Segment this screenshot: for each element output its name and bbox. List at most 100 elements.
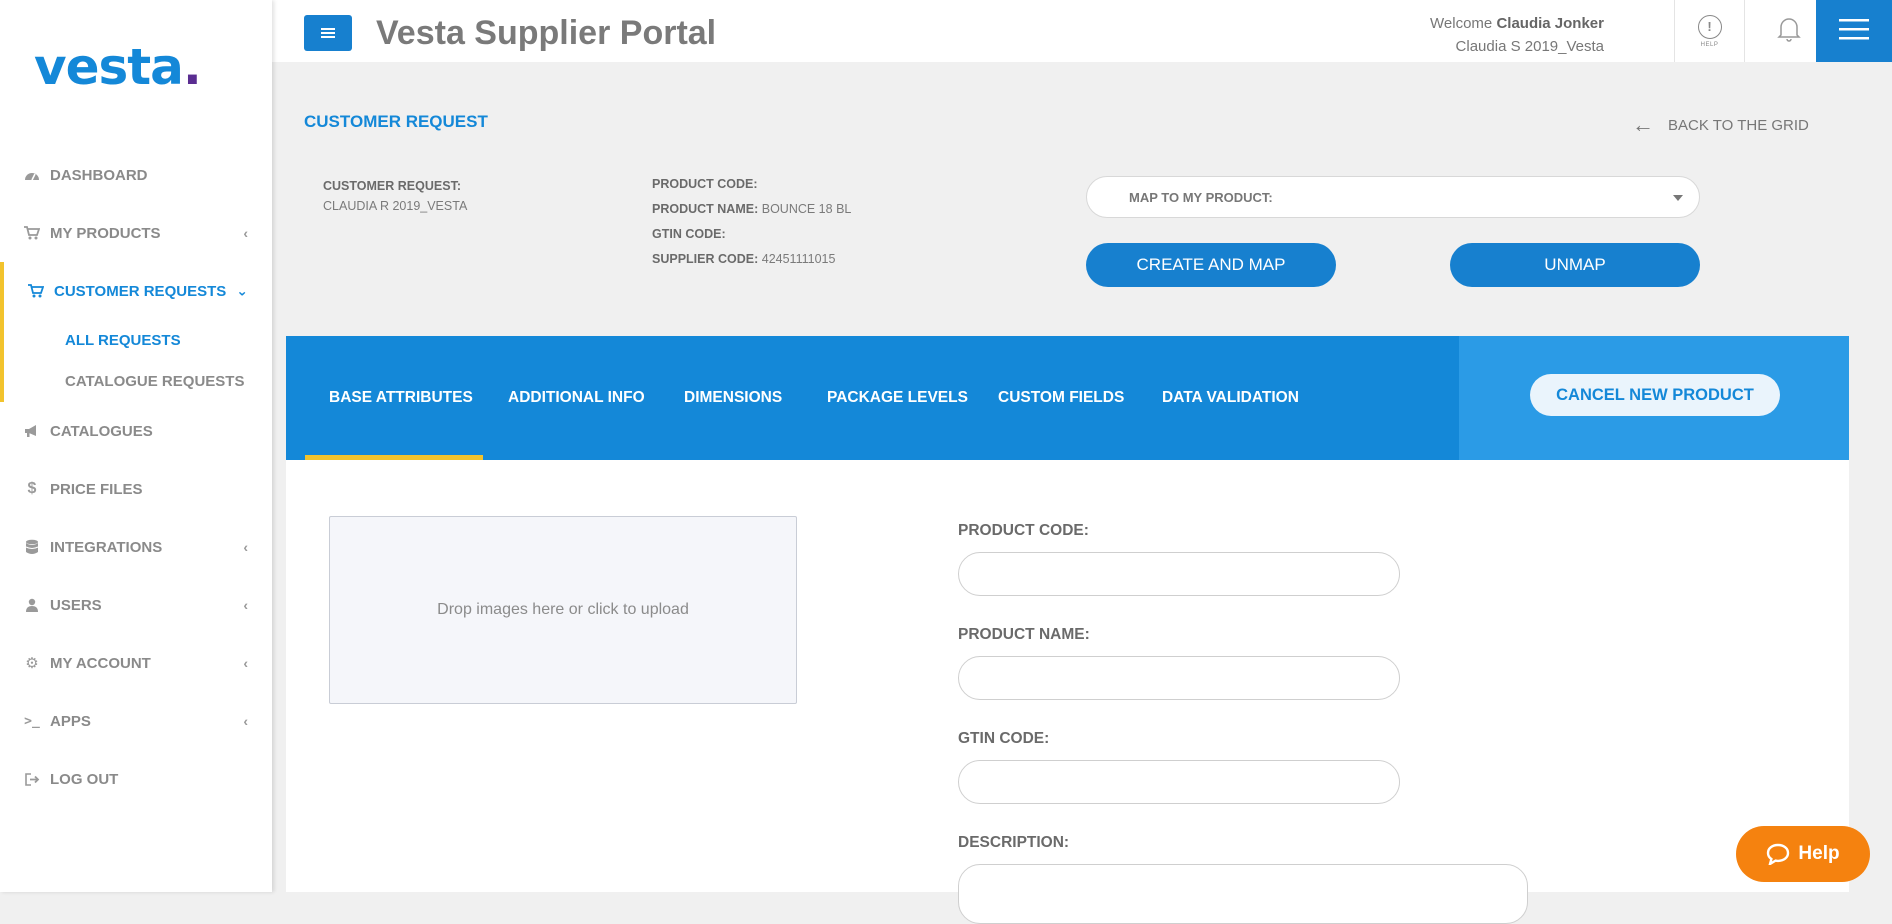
back-label: BACK TO THE GRID bbox=[1668, 116, 1809, 134]
sidebar-item-customer-requests[interactable]: CUSTOMER REQUESTS ⌄ bbox=[4, 262, 272, 320]
sidebar-item-label: INTEGRATIONS bbox=[50, 538, 163, 556]
product-code-input[interactable] bbox=[958, 552, 1400, 596]
gtin-input[interactable] bbox=[958, 760, 1400, 804]
help-label: HELP bbox=[1700, 41, 1719, 48]
product-name-value: BOUNCE 18 BL bbox=[761, 202, 852, 216]
tab-dimensions[interactable]: DIMENSIONS bbox=[684, 336, 782, 460]
cancel-new-product-button[interactable]: CANCEL NEW PRODUCT bbox=[1530, 374, 1780, 416]
sidebar-item-apps[interactable]: >_ APPS ‹ bbox=[0, 692, 272, 750]
user-welcome: Welcome Claudia Jonker Claudia S 2019_Ve… bbox=[1430, 12, 1604, 58]
logout-icon bbox=[22, 772, 42, 786]
tab-base-attributes[interactable]: BASE ATTRIBUTES bbox=[329, 336, 473, 460]
sidebar: vesta. DASHBOARD MY PRODUCTS ‹ CUSTOMER … bbox=[0, 0, 272, 892]
help-widget-button[interactable]: Help bbox=[1736, 826, 1870, 882]
sidebar-item-label: DASHBOARD bbox=[50, 166, 148, 184]
create-and-map-button[interactable]: CREATE AND MAP bbox=[1086, 243, 1336, 287]
sidebar-subitem-all-requests[interactable]: ALL REQUESTS bbox=[4, 320, 272, 361]
sidebar-item-label: APPS bbox=[50, 712, 91, 730]
tab-data-validation[interactable]: DATA VALIDATION bbox=[1162, 336, 1299, 460]
arrow-left-icon: ← bbox=[1632, 112, 1654, 137]
help-button[interactable]: ! HELP bbox=[1674, 0, 1744, 62]
sidebar-item-label: CUSTOMER REQUESTS bbox=[54, 282, 227, 300]
sidebar-subitem-catalogue-requests[interactable]: CATALOGUE REQUESTS bbox=[4, 361, 272, 402]
logo-dot: . bbox=[182, 38, 202, 96]
cart-icon bbox=[22, 226, 42, 240]
tabs-actions: CANCEL NEW PRODUCT bbox=[1459, 336, 1849, 460]
supplier-code-value: 42451111015 bbox=[761, 252, 836, 266]
product-info: PRODUCT CODE: PRODUCT NAME: BOUNCE 18 BL… bbox=[652, 172, 851, 272]
dropzone-text: Drop images here or click to upload bbox=[437, 601, 689, 618]
main-content: CUSTOMER REQUEST ← BACK TO THE GRID CUST… bbox=[272, 62, 1892, 924]
user-name: Claudia Jonker bbox=[1496, 15, 1604, 32]
tabs-bar: BASE ATTRIBUTES ADDITIONAL INFO DIMENSIO… bbox=[286, 336, 1849, 460]
section-title: CUSTOMER REQUEST bbox=[304, 112, 488, 131]
map-to-product-select[interactable]: MAP TO MY PRODUCT: bbox=[1086, 176, 1700, 218]
sidebar-item-label: PRICE FILES bbox=[50, 480, 143, 498]
chevron-left-icon: ‹ bbox=[243, 655, 248, 671]
product-name-field-label: PRODUCT NAME: bbox=[958, 626, 1090, 643]
sidebar-item-price-files[interactable]: $ PRICE FILES bbox=[0, 460, 272, 518]
gtin-field-label: GTIN CODE: bbox=[958, 730, 1050, 747]
database-icon bbox=[22, 539, 42, 555]
sidebar-item-integrations[interactable]: INTEGRATIONS ‹ bbox=[0, 518, 272, 576]
product-name-input[interactable] bbox=[958, 656, 1400, 700]
sidebar-group-customer-requests: CUSTOMER REQUESTS ⌄ ALL REQUESTS CATALOG… bbox=[0, 262, 272, 402]
caret-down-icon bbox=[1673, 195, 1683, 201]
product-form: Drop images here or click to upload PROD… bbox=[286, 460, 1849, 924]
terminal-icon: >_ bbox=[24, 713, 40, 729]
chevron-left-icon: ‹ bbox=[243, 225, 248, 241]
gtin-label: GTIN CODE: bbox=[652, 227, 726, 241]
sidebar-item-label: CATALOGUES bbox=[50, 422, 153, 440]
page-title: Vesta Supplier Portal bbox=[376, 14, 717, 52]
product-code-field-label: PRODUCT CODE: bbox=[958, 522, 1089, 539]
chevron-down-icon: ⌄ bbox=[236, 282, 248, 299]
sidebar-nav: DASHBOARD MY PRODUCTS ‹ CUSTOMER REQUEST… bbox=[0, 146, 272, 808]
sidebar-item-label: MY ACCOUNT bbox=[50, 654, 151, 672]
sidebar-item-label: USERS bbox=[50, 596, 102, 614]
sidebar-item-dashboard[interactable]: DASHBOARD bbox=[0, 146, 272, 204]
welcome-prefix: Welcome bbox=[1430, 15, 1493, 32]
info-icon: ! bbox=[1697, 14, 1722, 39]
chevron-left-icon: ‹ bbox=[243, 539, 248, 555]
megaphone-icon bbox=[22, 424, 42, 438]
map-select-placeholder: MAP TO MY PRODUCT: bbox=[1129, 189, 1273, 205]
tab-additional-info[interactable]: ADDITIONAL INFO bbox=[508, 336, 645, 460]
chevron-left-icon: ‹ bbox=[243, 597, 248, 613]
cart-icon bbox=[26, 284, 46, 298]
tab-custom-fields[interactable]: CUSTOM FIELDS bbox=[998, 336, 1124, 460]
unmap-button[interactable]: UNMAP bbox=[1450, 243, 1700, 287]
help-widget-label: Help bbox=[1798, 843, 1840, 864]
customer-request-info: CUSTOMER REQUEST: CLAUDIA R 2019_VESTA bbox=[323, 176, 467, 216]
back-to-grid-link[interactable]: ← BACK TO THE GRID bbox=[1632, 114, 1809, 136]
sidebar-item-label: LOG OUT bbox=[50, 770, 119, 788]
product-name-label: PRODUCT NAME: bbox=[652, 202, 759, 216]
menu-toggle-button[interactable] bbox=[304, 15, 352, 51]
gear-icon: ⚙ bbox=[25, 655, 39, 672]
sidebar-item-log-out[interactable]: LOG OUT bbox=[0, 750, 272, 808]
main-menu-button[interactable] bbox=[1816, 0, 1892, 62]
product-code-label: PRODUCT CODE: bbox=[652, 177, 758, 191]
top-bar: Vesta Supplier Portal Welcome Claudia Jo… bbox=[272, 0, 1892, 62]
customer-request-value: CLAUDIA R 2019_VESTA bbox=[323, 199, 468, 213]
sidebar-item-users[interactable]: USERS ‹ bbox=[0, 576, 272, 634]
sidebar-item-my-account[interactable]: ⚙ MY ACCOUNT ‹ bbox=[0, 634, 272, 692]
dollar-icon: $ bbox=[27, 480, 37, 497]
hamburger-icon bbox=[321, 32, 335, 34]
logo-text: vesta bbox=[34, 38, 184, 96]
dashboard-icon bbox=[22, 168, 42, 182]
tab-package-levels[interactable]: PACKAGE LEVELS bbox=[827, 336, 968, 460]
chat-bubble-icon bbox=[1767, 843, 1790, 865]
supplier-code-label: SUPPLIER CODE: bbox=[652, 252, 759, 266]
customer-request-label: CUSTOMER REQUEST: bbox=[323, 179, 461, 193]
image-dropzone[interactable]: Drop images here or click to upload bbox=[329, 516, 797, 704]
sidebar-item-my-products[interactable]: MY PRODUCTS ‹ bbox=[0, 204, 272, 262]
sidebar-item-catalogues[interactable]: CATALOGUES bbox=[0, 402, 272, 460]
chevron-left-icon: ‹ bbox=[243, 713, 248, 729]
description-field-label: DESCRIPTION: bbox=[958, 834, 1070, 851]
description-input[interactable] bbox=[958, 864, 1528, 924]
bell-icon bbox=[1776, 15, 1801, 48]
vesta-logo[interactable]: vesta. bbox=[34, 38, 202, 96]
user-icon bbox=[22, 598, 42, 612]
hamburger-icon bbox=[1839, 17, 1869, 46]
sidebar-item-label: MY PRODUCTS bbox=[50, 224, 161, 242]
